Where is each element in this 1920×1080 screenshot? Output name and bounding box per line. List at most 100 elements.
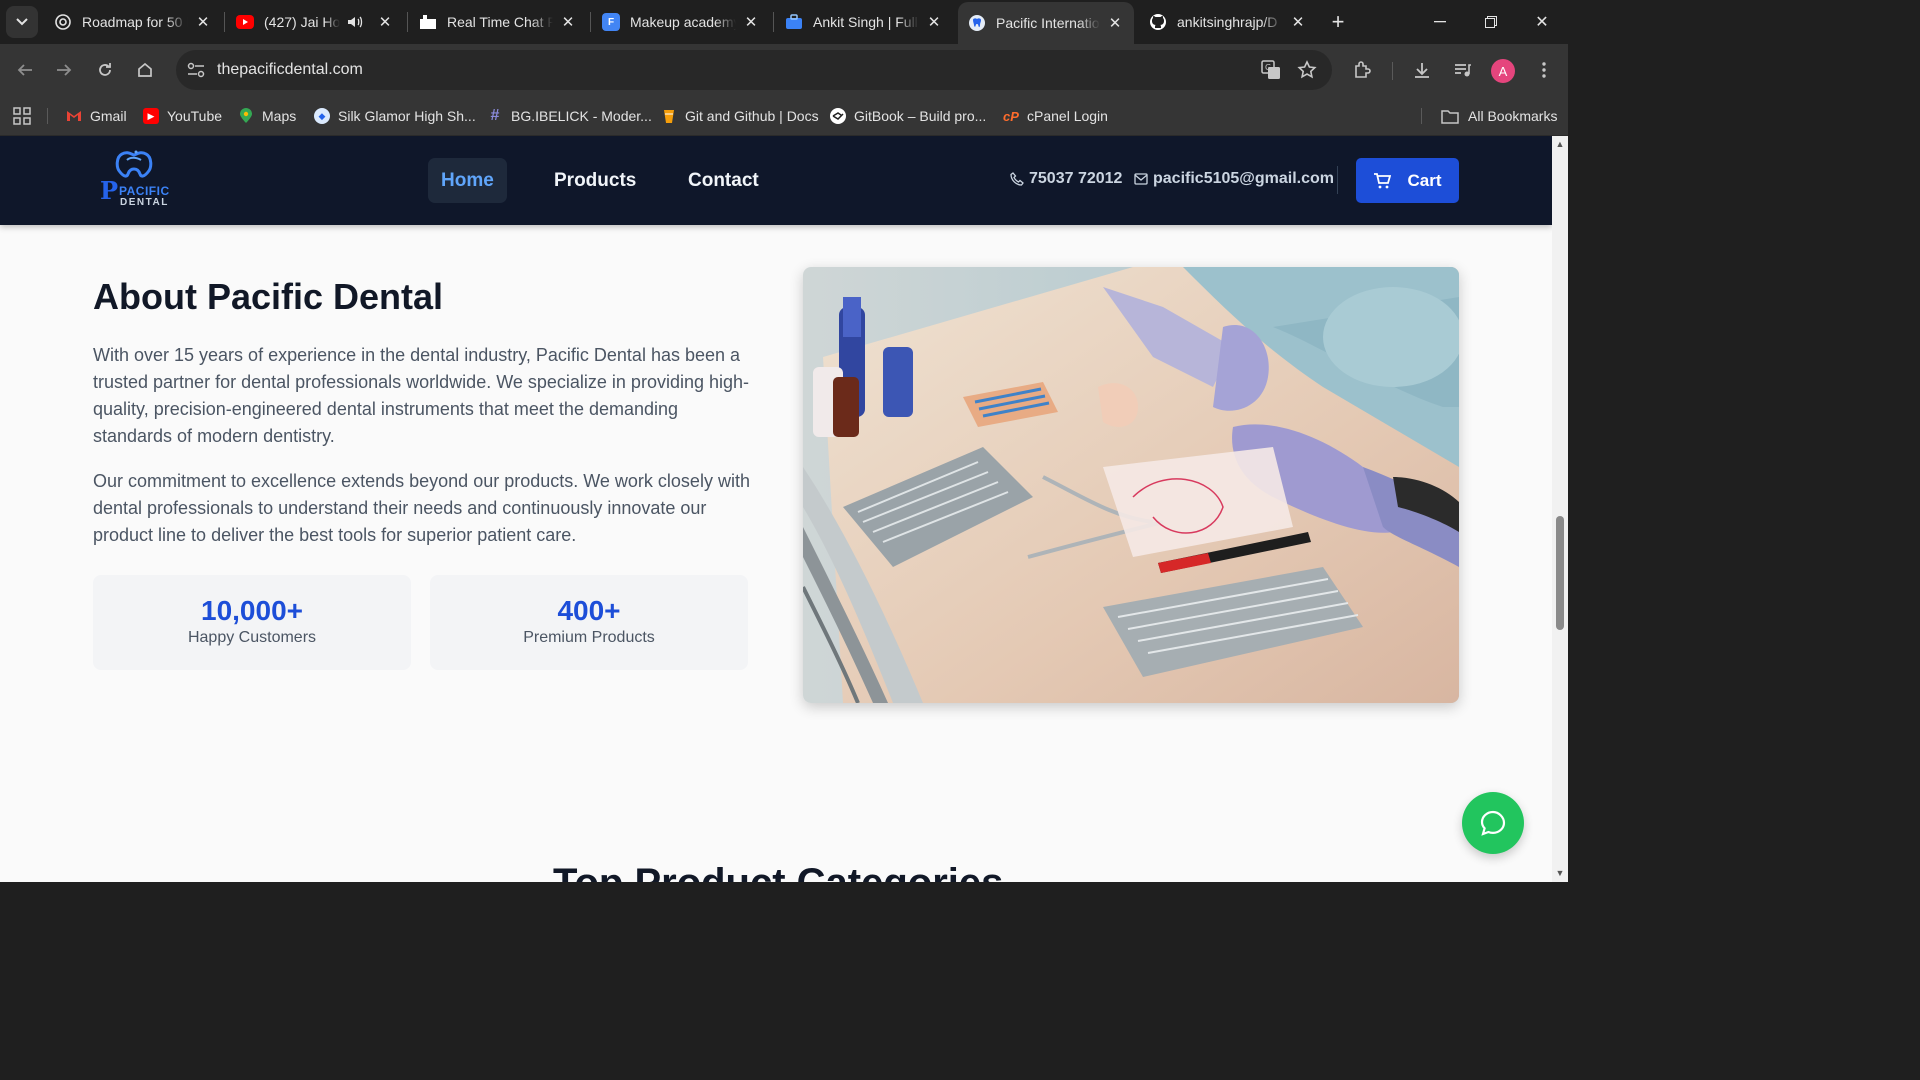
header-phone[interactable]: 75037 72012 <box>1010 170 1122 188</box>
speaker-icon[interactable] <box>346 13 364 31</box>
chat-button[interactable] <box>1462 792 1524 854</box>
browser-tab[interactable]: (427) Jai Ho S ✕ <box>226 4 404 40</box>
browser-tab[interactable]: Ankit Singh | Full ✕ <box>775 4 953 40</box>
arrow-left-icon <box>17 64 32 76</box>
bookmark-silk-glamor[interactable]: ◆ Silk Glamor High Sh... <box>314 104 476 128</box>
about-photo <box>803 267 1459 703</box>
browser-tab[interactable]: Real Time Chat Pl ✕ <box>409 4 587 40</box>
bookmark-git-github[interactable]: Git and Github | Docs <box>661 104 819 128</box>
home-icon <box>138 62 152 77</box>
phone-number: 75037 72012 <box>1029 170 1123 187</box>
scroll-thumb[interactable] <box>1556 516 1564 630</box>
apps-button[interactable] <box>13 104 31 128</box>
browser-tab[interactable]: F Makeup academy ✕ <box>592 4 770 40</box>
site-info-icon[interactable] <box>187 62 205 78</box>
plus-icon: + <box>1331 9 1345 34</box>
page-scrollbar[interactable]: ▲ ▼ <box>1552 136 1568 882</box>
youtube-icon <box>236 13 254 31</box>
cart-button[interactable]: Cart <box>1356 158 1459 203</box>
nav-products[interactable]: Products <box>541 158 649 203</box>
scroll-up-icon[interactable]: ▲ <box>1555 139 1565 149</box>
tab-separator <box>407 12 408 32</box>
downloads-button[interactable] <box>1406 54 1438 86</box>
site-logo[interactable]: P PACIFIC DENTAL <box>100 148 170 210</box>
address-bar[interactable]: thepacificdental.com G <box>176 50 1332 90</box>
bookmark-cpanel[interactable]: cP cPanel Login <box>1003 104 1108 128</box>
close-window-button[interactable]: ✕ <box>1516 0 1568 44</box>
star-icon[interactable] <box>1297 60 1317 80</box>
bookmarks-divider <box>1421 108 1422 124</box>
bookmark-youtube[interactable]: ▶ YouTube <box>143 104 222 128</box>
nav-contact[interactable]: Contact <box>675 158 772 203</box>
phone-icon <box>1010 172 1024 186</box>
browser-tab[interactable]: Roadmap for 50 L ✕ <box>44 4 222 40</box>
scroll-down-icon[interactable]: ▼ <box>1555 868 1565 878</box>
section-heading-categories: Top Product Categories <box>553 861 1003 882</box>
close-icon: ✕ <box>1535 14 1549 31</box>
youtube-icon: ▶ <box>143 108 159 124</box>
tab-separator <box>590 12 591 32</box>
close-tab-icon[interactable]: ✕ <box>1106 14 1124 32</box>
stat-card-customers: 10,000+ Happy Customers <box>93 575 411 670</box>
dental-instruments-illustration <box>803 267 1459 703</box>
mail-icon <box>1134 173 1148 185</box>
reload-button[interactable] <box>89 54 121 86</box>
tab-title: ankitsinghrajp/D <box>1177 14 1278 30</box>
bookmarks-bar: Gmail ▶ YouTube Maps ◆ Silk Glamor High … <box>0 96 1568 136</box>
briefcase-icon <box>785 13 803 31</box>
site-header: P PACIFIC DENTAL Home Products Contact 7… <box>0 136 1552 225</box>
folder-icon <box>1440 108 1460 124</box>
translate-icon[interactable]: G <box>1261 60 1281 80</box>
close-tab-icon[interactable]: ✕ <box>742 13 760 31</box>
bookmark-label: Maps <box>262 108 297 124</box>
media-control-button[interactable] <box>1447 54 1479 86</box>
profile-avatar[interactable]: A <box>1491 59 1515 83</box>
tab-title: Makeup academy <box>630 14 736 30</box>
hash-icon: # <box>490 107 500 124</box>
tab-title: Roadmap for 50 L <box>82 14 188 30</box>
extensions-button[interactable] <box>1346 54 1378 86</box>
close-tab-icon[interactable]: ✕ <box>559 13 577 31</box>
tab-title: (427) Jai Ho S <box>264 14 340 30</box>
bookmarks-divider <box>47 108 48 124</box>
close-tab-icon[interactable]: ✕ <box>1289 13 1307 31</box>
nav-home[interactable]: Home <box>428 158 507 203</box>
browser-toolbar: thepacificdental.com G A <box>0 44 1568 96</box>
close-tab-icon[interactable]: ✕ <box>194 13 212 31</box>
maps-icon <box>238 108 254 124</box>
tab-separator <box>224 12 225 32</box>
all-bookmarks-button[interactable]: All Bookmarks <box>1440 104 1557 128</box>
gitbook-icon <box>830 108 846 124</box>
gmail-icon <box>66 108 82 124</box>
page-viewport: P PACIFIC DENTAL Home Products Contact 7… <box>0 136 1552 882</box>
puzzle-icon <box>1355 61 1371 78</box>
playlist-icon <box>1455 64 1471 77</box>
github-icon <box>1149 13 1167 31</box>
about-heading: About Pacific Dental <box>93 276 444 317</box>
close-tab-icon[interactable]: ✕ <box>376 13 394 31</box>
browser-menu-button[interactable] <box>1528 54 1560 86</box>
tab-search-button[interactable] <box>6 6 38 38</box>
browser-tab-active[interactable]: Pacific Internatio ✕ <box>958 2 1134 44</box>
new-tab-button[interactable]: + <box>1318 0 1358 44</box>
bookmark-bg-ibelick[interactable]: # BG.IBELICK - Moder... <box>487 104 652 128</box>
browser-tab[interactable]: ankitsinghrajp/D ✕ <box>1139 4 1317 40</box>
download-icon <box>1415 63 1429 78</box>
bookmark-label: cPanel Login <box>1027 108 1108 124</box>
home-button[interactable] <box>129 54 161 86</box>
bookmark-maps[interactable]: Maps <box>238 104 296 128</box>
close-tab-icon[interactable]: ✕ <box>925 13 943 31</box>
minimize-button[interactable] <box>1414 0 1466 44</box>
bookmark-gmail[interactable]: Gmail <box>66 104 127 128</box>
grid-icon <box>13 107 31 125</box>
stat-value: 10,000+ <box>201 595 303 626</box>
bookmark-label: YouTube <box>167 108 223 124</box>
forward-button[interactable] <box>48 54 80 86</box>
bookmark-gitbook[interactable]: GitBook – Build pro... <box>830 104 986 128</box>
tab-title: Ankit Singh | Full <box>813 14 918 30</box>
restore-icon <box>1485 16 1497 28</box>
back-button[interactable] <box>9 54 41 86</box>
header-email[interactable]: pacific5105@gmail.com <box>1134 170 1334 188</box>
about-paragraph-1: With over 15 years of experience in the … <box>93 345 750 446</box>
restore-button[interactable] <box>1465 0 1517 44</box>
